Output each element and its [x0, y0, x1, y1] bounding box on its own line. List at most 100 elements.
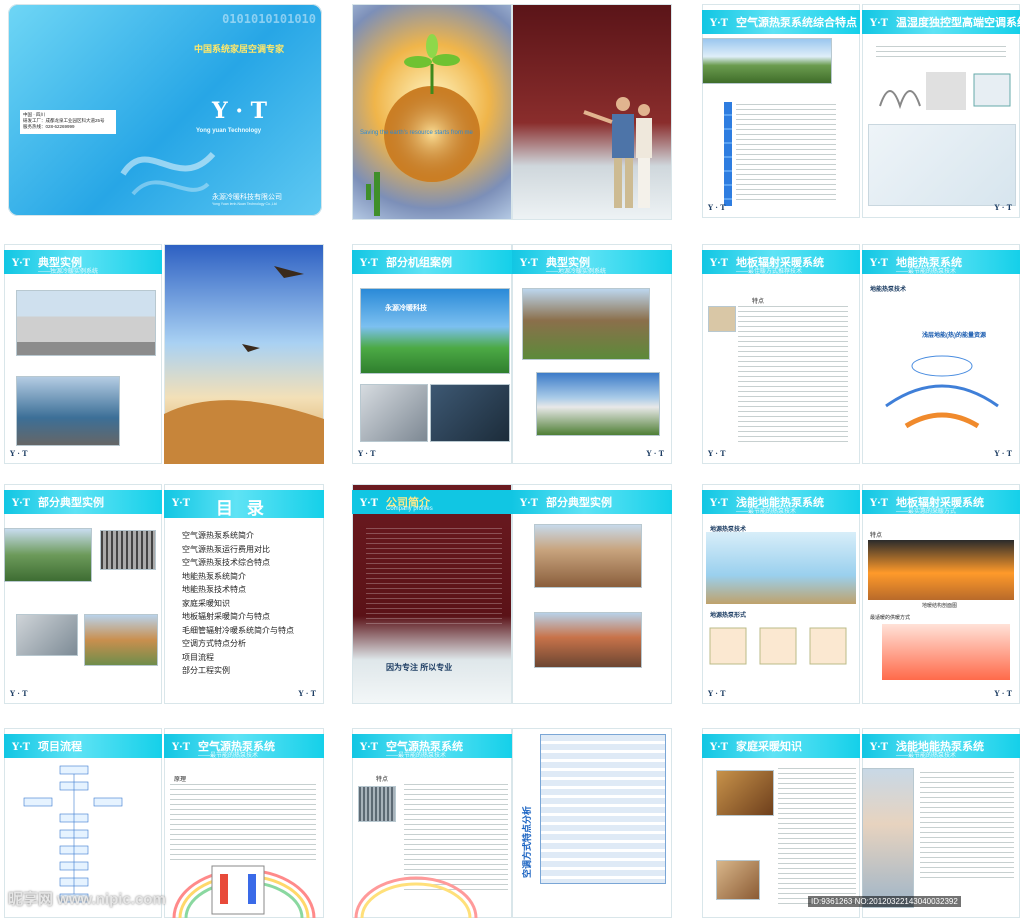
floor-structure-image [868, 540, 1014, 600]
ground-loop-diagrams [709, 627, 847, 665]
comparison-table-page: 空调方式特点分析 [512, 728, 672, 918]
family-photo [862, 768, 914, 908]
case-page-2: Y·T 典型实例 ——地源冷暖实例系统 Y · T [512, 244, 672, 464]
page-subtitle: ——最实惠的采暖方式 [896, 509, 957, 515]
ground-source-page-2: Y·T 浅能地能热泵系统 ——最节能的热泵技术 地源热泵技术 地源热泵形式 Y · … [702, 484, 860, 704]
yt-logo: Y·T [869, 18, 889, 29]
unit-photo-2 [430, 384, 510, 442]
footer-logo: Y · T [358, 449, 376, 458]
toc-page: Y·T 目 录 空气源热泵系统简介 空气源热泵运行费用对比 空气源热泵技术综合特点 地能… [164, 484, 324, 704]
section-label: 地能热泵技术 [870, 287, 907, 293]
toc-item: 空气源热泵技术综合特点 [182, 558, 270, 567]
heat-pump-unit-photo [358, 786, 396, 822]
toc-title: 目 录 [216, 499, 268, 519]
partial-cases-page-2: Y·T 部分典型实例 [512, 484, 672, 704]
shallow-energy-page: Y·T 浅能地能热泵系统 ——最节能的热泵技术 [862, 728, 1020, 918]
page-subtitle: ——最佳暖方式推荐技术 [736, 269, 803, 275]
footer-logo: Y · T [646, 449, 664, 458]
office-building-photo [534, 524, 642, 588]
footer-logo: Y · T [10, 689, 28, 698]
case-page-1: Y·T 典型实例 ——独源冷暖实例系统 Y · T [4, 244, 162, 464]
globe-page: Saving the earth's resource starts from … [352, 4, 512, 220]
factory-photo [16, 290, 156, 356]
footer-logo: Y · T [994, 689, 1012, 698]
feature-text [738, 306, 848, 446]
principle-text [170, 784, 316, 860]
cover-page: 0101010101010 中国系统家居空调专家 中国 · 四川 研发工厂：成都… [8, 4, 322, 216]
floor-photo [16, 614, 78, 656]
yt-logo: Y·T [709, 258, 729, 269]
globe-banner: Saving the earth's resource starts from … [360, 130, 473, 136]
binary-pattern: 0101010101010 [222, 12, 316, 26]
energy-diagram [885, 355, 999, 429]
toc-item: 空气源热泵系统简介 [182, 531, 254, 540]
page-title: 家庭采暖知识 [736, 741, 802, 753]
illustration-logo: 永源冷暖科技 [385, 305, 427, 312]
yt-logo: Y·T [869, 498, 889, 509]
toc-item: 空气源热泵运行费用对比 [182, 544, 270, 554]
yt-logo: Y·T [11, 498, 31, 509]
room-photo [708, 306, 736, 332]
pipe-photo-1 [100, 530, 156, 570]
toc-list: 空气源热泵系统简介 空气源热泵运行费用对比 空气源热泵技术综合特点 地能热泵系统简介地… [182, 530, 322, 679]
footer-logo: Y · T [994, 449, 1012, 458]
air-source-page-2: Y·T 空气源热泵系统 ——最节能的热泵技术 特点 [352, 728, 512, 918]
office-building-photo-2 [534, 612, 642, 668]
page-subtitle: ——最节能的热泵技术 [198, 753, 259, 759]
villa-photo-2 [84, 614, 158, 666]
floor-heating-page-1: Y·T 地板辐射采暖系统 ——最佳暖方式推荐技术 特点 Y · T [702, 244, 860, 464]
page-subtitle: ——最节能的热泵技术 [896, 269, 957, 275]
golf-course-photo [702, 38, 832, 84]
unit-photo-1 [360, 384, 428, 442]
section-label: 特点 [752, 299, 765, 305]
section-label: 原理 [174, 777, 187, 783]
toc-item: 部分工程实例 [182, 666, 230, 675]
ground-source-illustration [706, 532, 856, 604]
page-title: 空气源热泵系统综合特点 [736, 17, 857, 29]
footer-logo: Y · T [10, 449, 28, 458]
yt-logo: Y·T [519, 258, 539, 269]
comparison-table [540, 734, 666, 884]
cover-swirl-graphic [120, 151, 216, 196]
yt-logo: Y·T [709, 18, 729, 29]
yt-logo: Y·T [519, 498, 539, 509]
footer-logo: Y · T [708, 203, 726, 212]
feature-number-bar [724, 102, 732, 206]
yt-logo: Y·T [869, 742, 889, 753]
intro-text [366, 528, 502, 628]
interior-photo-1 [716, 770, 774, 816]
villa-photo [522, 288, 650, 360]
section-label: 特点 [376, 777, 389, 783]
system-diagram [868, 124, 1016, 206]
company-intro-page: Y·T 公司简介 Company profiles 因为专注 所以专业 [352, 484, 512, 704]
toc-item: 地能热泵系统简介 [182, 571, 246, 581]
cover-logo: Y · T [212, 98, 268, 124]
page-subtitle: Company profiles [386, 506, 433, 512]
system-illustration: 永源冷暖科技 [360, 288, 510, 374]
overview-page: Y·T 空气源热泵系统综合特点 Y · T [702, 4, 860, 218]
toc-item: 空调方式特点分析 [182, 639, 246, 648]
eagle-desert-image [164, 266, 324, 464]
building-photo [16, 376, 120, 446]
brochure-sheet: 0101010101010 中国系统家居空调专家 中国 · 四川 研发工厂：成都… [0, 0, 1024, 918]
radiant-panel-diagram [879, 72, 1011, 110]
page-subtitle: ——最节能的热泵技术 [736, 509, 797, 515]
couple-page [512, 4, 672, 220]
vertical-title: 空调方式特点分析 [522, 805, 532, 878]
interior-photo-2 [716, 860, 760, 900]
feature-text [736, 104, 836, 204]
yt-logo: Y·T [11, 742, 31, 753]
cover-company-cn: 永源冷暖科技有限公司 [212, 194, 282, 201]
floor-heating-page-2: Y·T 地板辐射采暖系统 ——最实惠的采暖方式 特点 地暖结构剖面图 最适暖的供暖方… [862, 484, 1020, 704]
footer-logo: Y · T [994, 203, 1012, 212]
page-title: 温湿度独控型高端空调系统 [896, 17, 1020, 29]
footer-logo: Y · T [708, 689, 726, 698]
sky-desert-page [164, 244, 324, 464]
address-line: 服务热线：028-62269999 [23, 124, 75, 129]
toc-item: 毛细管辐射冷暖系统简介与特点 [182, 625, 294, 635]
yt-logo: Y·T [171, 742, 191, 753]
company-motto: 因为专注 所以专业 [386, 663, 453, 672]
diagram-caption: 地暖结构剖面图 [922, 603, 958, 609]
toc-item: 项目流程 [182, 652, 214, 662]
house-photo [536, 372, 660, 436]
